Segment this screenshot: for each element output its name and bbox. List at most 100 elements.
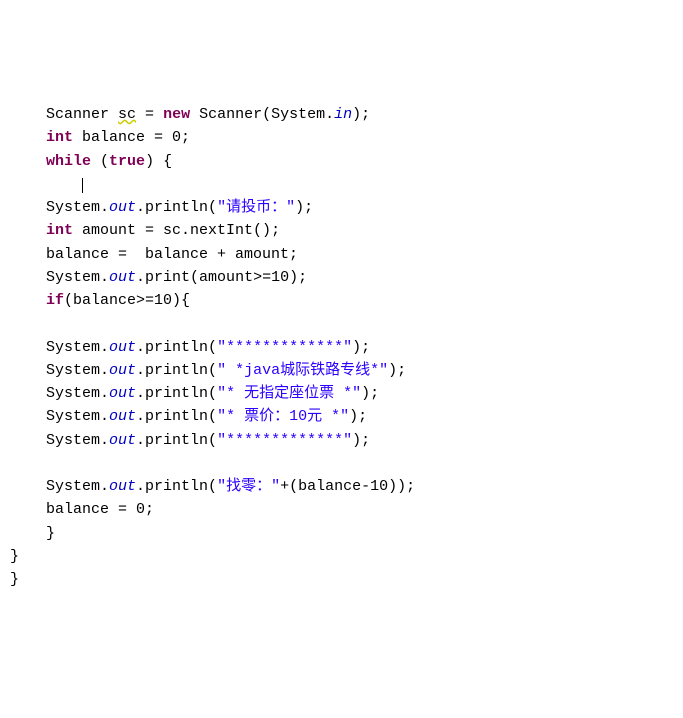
token: Scanner(System. — [190, 106, 334, 123]
text-cursor — [82, 178, 83, 193]
token: .print(amount>=10); — [136, 269, 307, 286]
indent — [10, 199, 46, 216]
token: balance = 0; — [46, 501, 154, 518]
token: Scanner — [46, 106, 118, 123]
code-line-13: System.out.println("* 无指定座位票 *"); — [10, 382, 673, 405]
indent — [10, 222, 46, 239]
field-in: in — [334, 106, 352, 123]
token: System. — [46, 362, 109, 379]
token: System. — [46, 385, 109, 402]
code-line-4 — [10, 173, 673, 196]
code-line-19: } — [10, 522, 673, 545]
code-line-1: Scanner sc = new Scanner(System.in); — [10, 103, 673, 126]
code-line-11: System.out.println("*************"); — [10, 336, 673, 359]
token: = — [136, 106, 163, 123]
indent — [10, 478, 46, 495]
indent — [10, 408, 46, 425]
token: .println( — [136, 199, 217, 216]
keyword-true: true — [109, 153, 145, 170]
token: System. — [46, 478, 109, 495]
code-line-8: System.out.print(amount>=10); — [10, 266, 673, 289]
token: ); — [352, 106, 370, 123]
token: ); — [361, 385, 379, 402]
code-line-3: while (true) { — [10, 150, 673, 173]
code-line-14: System.out.println("* 票价：10元 *"); — [10, 405, 673, 428]
token: .println( — [136, 408, 217, 425]
token: System. — [46, 339, 109, 356]
code-line-20: } — [10, 545, 673, 568]
token: ) { — [145, 153, 172, 170]
string-literal: "*************" — [217, 339, 352, 356]
keyword-while: while — [46, 153, 91, 170]
token: ); — [388, 362, 406, 379]
token: .println( — [136, 339, 217, 356]
token: amount = sc.nextInt(); — [73, 222, 280, 239]
field-out: out — [109, 362, 136, 379]
code-line-18: balance = 0; — [10, 498, 673, 521]
indent — [10, 525, 46, 542]
indent — [10, 129, 46, 146]
field-out: out — [109, 199, 136, 216]
token-warning: sc — [118, 106, 136, 123]
token: balance = balance + amount; — [46, 246, 298, 263]
indent — [10, 106, 46, 123]
indent — [10, 501, 46, 518]
field-out: out — [109, 432, 136, 449]
token: (balance>=10){ — [64, 292, 190, 309]
token: ); — [295, 199, 313, 216]
indent — [10, 176, 46, 193]
indent — [10, 339, 46, 356]
code-line-16 — [10, 452, 673, 475]
token: } — [10, 571, 19, 588]
indent — [10, 362, 46, 379]
code-line-9: if(balance>=10){ — [10, 289, 673, 312]
code-line-12: System.out.println(" *java城际铁路专线*"); — [10, 359, 673, 382]
field-out: out — [109, 478, 136, 495]
token: ( — [91, 153, 109, 170]
token: ); — [349, 408, 367, 425]
indent — [10, 385, 46, 402]
string-literal: "找零：" — [217, 478, 280, 495]
indent — [10, 153, 46, 170]
field-out: out — [109, 408, 136, 425]
keyword-int: int — [46, 129, 73, 146]
token: System. — [46, 199, 109, 216]
code-line-2: int balance = 0; — [10, 126, 673, 149]
token: .println( — [136, 362, 217, 379]
code-line-5: System.out.println("请投币："); — [10, 196, 673, 219]
token: ); — [352, 339, 370, 356]
keyword-new: new — [163, 106, 190, 123]
token: .println( — [136, 478, 217, 495]
token: +(balance-10)); — [280, 478, 415, 495]
string-literal: "请投币：" — [217, 199, 295, 216]
indent — [10, 432, 46, 449]
token: .println( — [136, 385, 217, 402]
code-line-17: System.out.println("找零："+(balance-10)); — [10, 475, 673, 498]
token: balance = 0; — [73, 129, 190, 146]
token: System. — [46, 432, 109, 449]
string-literal: "*************" — [217, 432, 352, 449]
field-out: out — [109, 269, 136, 286]
code-line-15: System.out.println("*************"); — [10, 429, 673, 452]
string-literal: "* 无指定座位票 *" — [217, 385, 361, 402]
code-line-21: } — [10, 568, 673, 591]
indent — [10, 292, 46, 309]
indent — [46, 176, 82, 193]
token: System. — [46, 408, 109, 425]
code-line-10 — [10, 312, 673, 335]
keyword-int: int — [46, 222, 73, 239]
keyword-if: if — [46, 292, 64, 309]
token: System. — [46, 269, 109, 286]
string-literal: " *java城际铁路专线*" — [217, 362, 388, 379]
code-block: Scanner sc = new Scanner(System.in); int… — [10, 103, 673, 591]
token: .println( — [136, 432, 217, 449]
field-out: out — [109, 339, 136, 356]
indent — [10, 269, 46, 286]
code-line-6: int amount = sc.nextInt(); — [10, 219, 673, 242]
token: } — [46, 525, 55, 542]
indent — [10, 246, 46, 263]
code-line-7: balance = balance + amount; — [10, 243, 673, 266]
field-out: out — [109, 385, 136, 402]
token: ); — [352, 432, 370, 449]
token: } — [10, 548, 19, 565]
